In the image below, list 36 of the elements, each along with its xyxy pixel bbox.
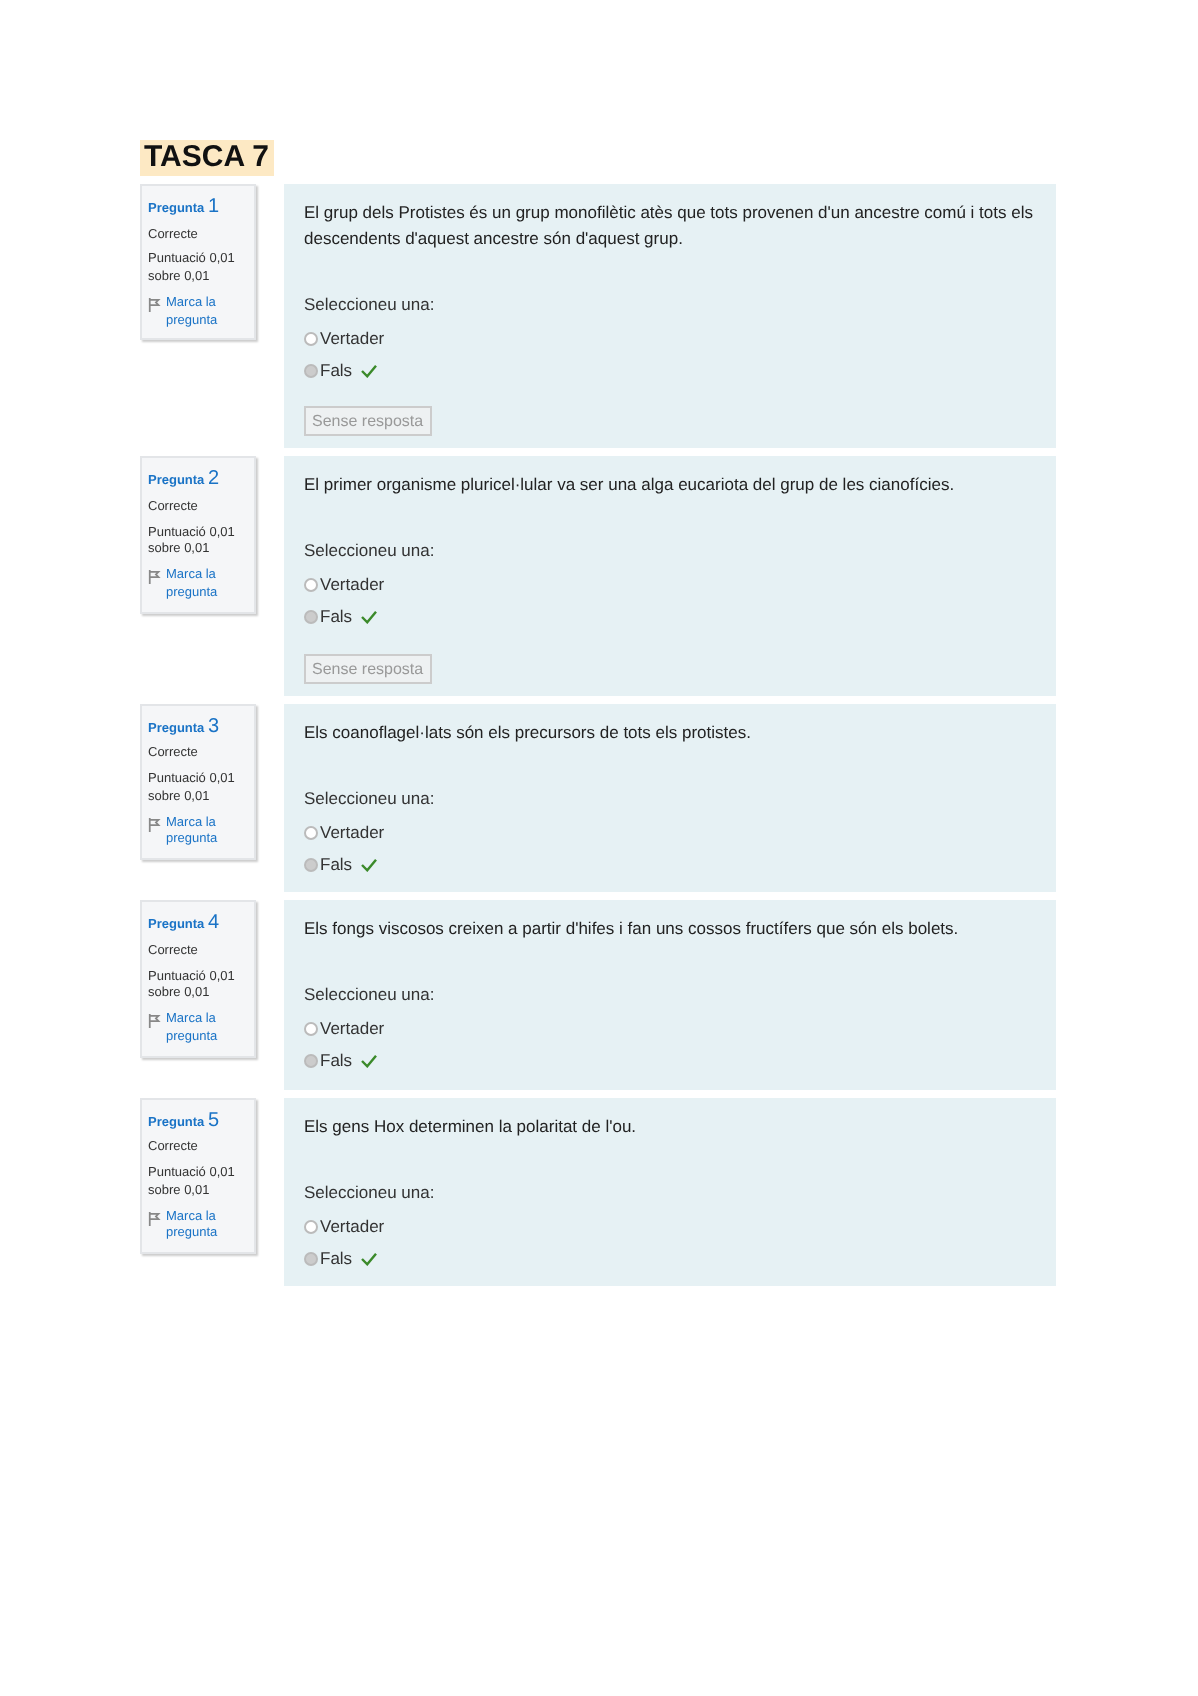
option-label[interactable]: Vertader: [320, 1016, 385, 1043]
flag-icon[interactable]: [148, 1014, 162, 1029]
option-label[interactable]: Fals: [320, 1245, 353, 1272]
answer-prompt: Seleccioneu una:: [304, 538, 437, 564]
radio-button[interactable]: [304, 610, 318, 625]
radio-button[interactable]: [304, 1054, 318, 1069]
radio-button[interactable]: [304, 825, 318, 840]
option-label[interactable]: Fals: [320, 851, 353, 878]
question-text: El grup dels Protistes és un grup monofilètic atès que tots provenen d'un ancestre comú i tots els descendents d'aquest ancestre són d'aquest grup.: [304, 200, 1035, 251]
question-text: El primer organisme pluricel·lular va ser una alga eucariota del grup de les cianofícies.: [304, 472, 957, 498]
answer-prompt: Seleccioneu una:: [304, 982, 437, 1008]
option-label[interactable]: Fals: [320, 604, 353, 631]
option-label[interactable]: Vertader: [320, 819, 385, 846]
answer-prompt: Seleccioneu una:: [304, 785, 437, 811]
answer-prompt: Seleccioneu una:: [304, 291, 437, 317]
question-text: Els fongs viscosos creixen a partir d'hifes i fan uns cossos fructífers que són els bolets.: [304, 916, 961, 942]
option-label[interactable]: Vertader: [320, 325, 385, 352]
option-label[interactable]: Fals: [320, 357, 353, 384]
radio-button[interactable]: [304, 857, 318, 872]
radio-button[interactable]: [304, 363, 318, 378]
radio-button[interactable]: [304, 1219, 318, 1234]
radio-button[interactable]: [304, 1022, 318, 1037]
question-text: Els gens Hox determinen la polaritat de l'ou.: [304, 1113, 639, 1139]
flag-icon[interactable]: [148, 817, 162, 832]
flag-icon[interactable]: [148, 570, 162, 585]
question-text: Els coanoflagel·lats són els precursors de tots els protistes.: [304, 719, 753, 745]
flag-icon[interactable]: [148, 297, 162, 312]
radio-button[interactable]: [304, 578, 318, 593]
option-label[interactable]: Vertader: [320, 572, 385, 599]
radio-button[interactable]: [304, 331, 318, 346]
flag-icon[interactable]: [148, 1211, 162, 1226]
option-label[interactable]: Fals: [320, 1048, 353, 1075]
page-title: TASCA 7: [140, 140, 274, 176]
option-label[interactable]: Vertader: [320, 1213, 385, 1240]
radio-button[interactable]: [304, 1251, 318, 1266]
answer-prompt: Seleccioneu una:: [304, 1179, 437, 1205]
